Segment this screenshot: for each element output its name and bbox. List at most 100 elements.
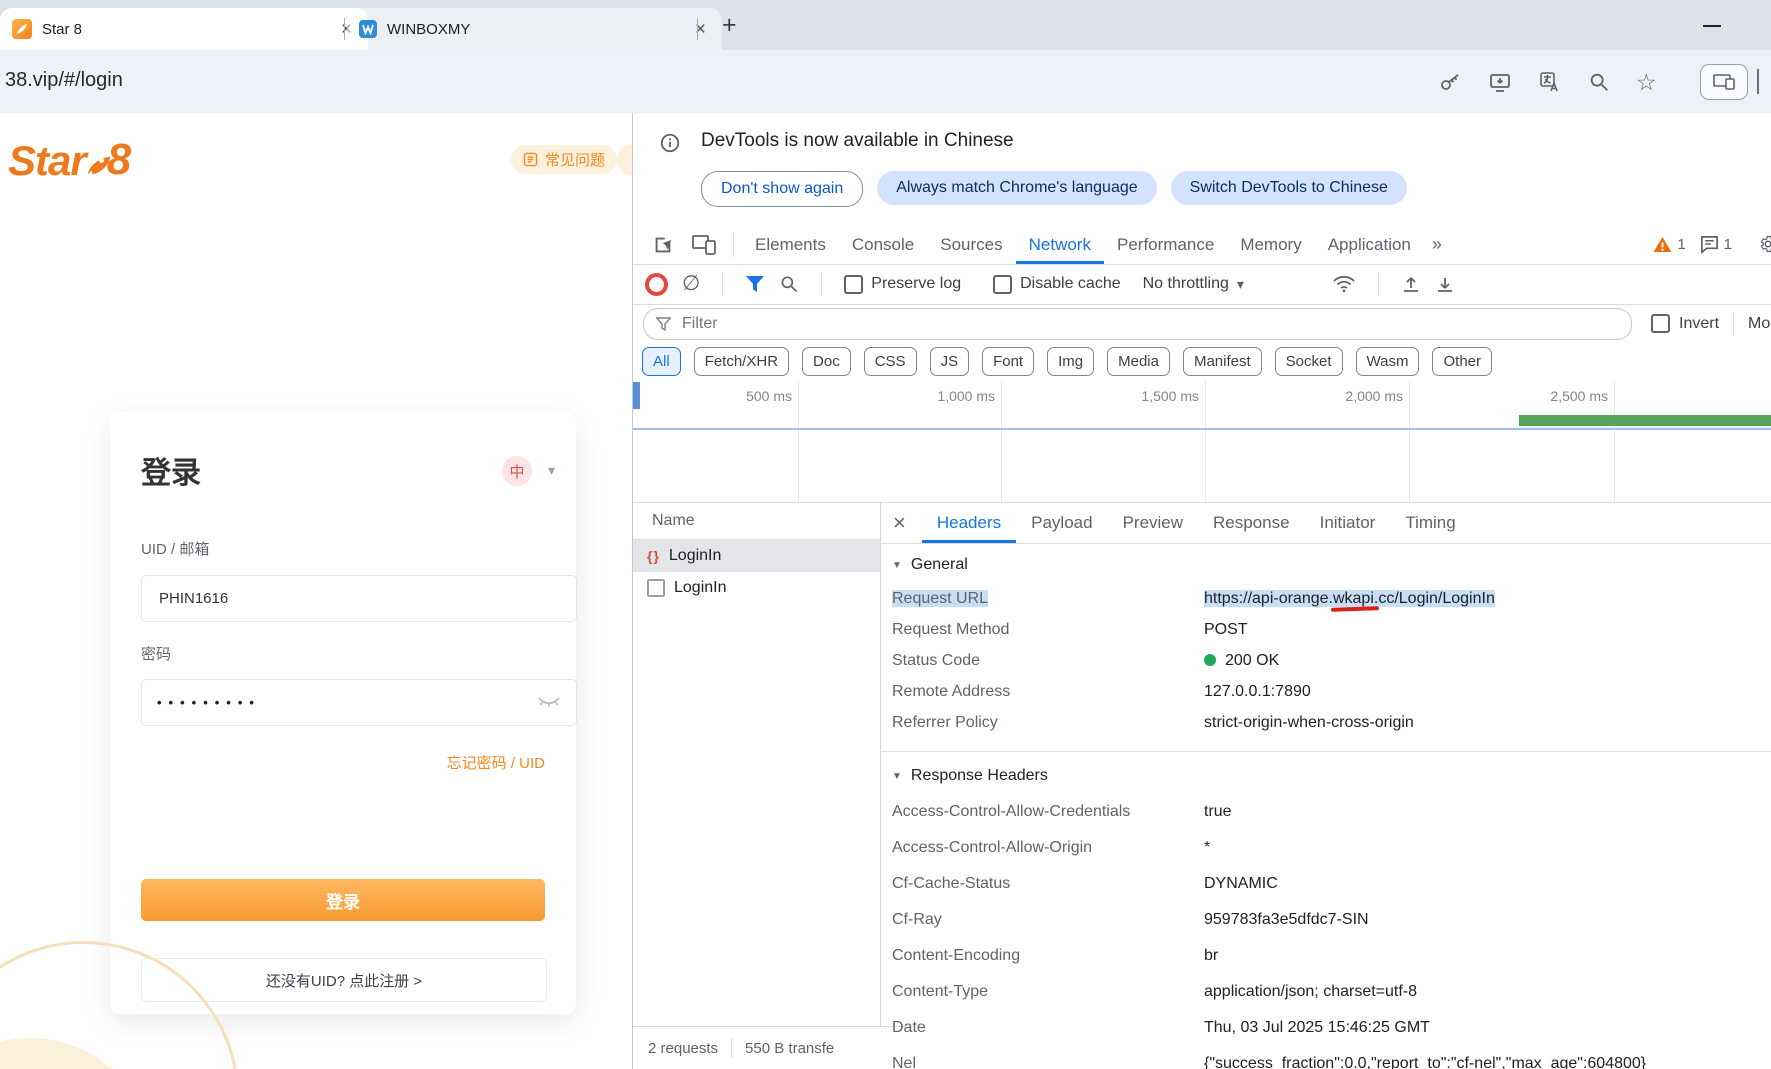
- switch-chinese-button[interactable]: Switch DevTools to Chinese: [1171, 171, 1407, 205]
- tab-console[interactable]: Console: [839, 225, 927, 264]
- requests-count: 2 requests: [648, 1040, 718, 1057]
- header-row: Content-Encoding br: [880, 938, 1771, 974]
- logo-text: Star: [8, 137, 86, 185]
- chip-fetch-xhr[interactable]: Fetch/XHR: [694, 347, 789, 376]
- chip-font[interactable]: Font: [982, 347, 1034, 376]
- tab-preview[interactable]: Preview: [1108, 502, 1198, 543]
- funnel-icon: [656, 317, 671, 331]
- disable-cache-checkbox[interactable]: [993, 275, 1012, 294]
- record-button[interactable]: [645, 273, 668, 296]
- tab-timing[interactable]: Timing: [1390, 502, 1470, 543]
- transferred-size: 550 B transfe: [745, 1040, 834, 1057]
- more-filters-label[interactable]: Mo: [1748, 315, 1770, 333]
- tab-network[interactable]: Network: [1016, 225, 1104, 264]
- chip-img[interactable]: Img: [1047, 347, 1094, 376]
- request-row[interactable]: LoginIn: [633, 572, 880, 604]
- gear-icon[interactable]: [1757, 233, 1771, 255]
- minimize-button[interactable]: [1703, 25, 1721, 27]
- banner-title: DevTools is now available in Chinese: [701, 130, 1014, 152]
- device-cast-button[interactable]: [1700, 64, 1748, 100]
- forgot-password-link[interactable]: 忘记密码 / UID: [141, 752, 545, 773]
- chip-other[interactable]: Other: [1432, 347, 1492, 376]
- search-icon[interactable]: [1588, 71, 1610, 93]
- uid-label: UID / 邮箱: [141, 538, 209, 559]
- filter-toggle-icon[interactable]: [745, 275, 765, 293]
- chip-manifest[interactable]: Manifest: [1183, 347, 1262, 376]
- status-ok-dot: [1204, 654, 1216, 666]
- chevron-down-icon[interactable]: ▾: [548, 462, 555, 479]
- tab-sources[interactable]: Sources: [927, 225, 1015, 264]
- red-underline-annotation: wkapi: [1333, 590, 1374, 607]
- bookmark-star-icon[interactable]: ☆: [1636, 71, 1657, 94]
- uid-input[interactable]: [157, 589, 561, 608]
- chip-media[interactable]: Media: [1107, 347, 1170, 376]
- warnings-badge[interactable]: 1: [1653, 236, 1685, 253]
- network-conditions-icon[interactable]: [1332, 275, 1356, 293]
- response-headers-section-header[interactable]: ▼ Response Headers: [880, 754, 1771, 794]
- export-har-icon[interactable]: [1435, 274, 1455, 294]
- tab-memory[interactable]: Memory: [1227, 225, 1314, 264]
- name-column-header[interactable]: Name: [633, 502, 880, 540]
- login-submit-button[interactable]: 登录: [141, 879, 545, 921]
- eye-closed-icon[interactable]: [537, 696, 561, 710]
- header-row: Remote Address 127.0.0.1:7890: [880, 676, 1771, 707]
- tab-elements[interactable]: Elements: [742, 225, 839, 264]
- chip-all[interactable]: All: [642, 347, 681, 376]
- tab-performance[interactable]: Performance: [1104, 225, 1227, 264]
- invert-checkbox[interactable]: [1651, 314, 1670, 333]
- divider: [722, 272, 723, 296]
- tab-payload[interactable]: Payload: [1016, 502, 1107, 543]
- tick-label: 500 ms: [746, 388, 792, 404]
- tab-winboxmy[interactable]: WINBOXMY ×: [347, 8, 722, 50]
- winboxmy-favicon-icon: [359, 20, 377, 38]
- timeline-activity-bar: [1519, 415, 1771, 426]
- tab-application[interactable]: Application: [1315, 225, 1424, 264]
- chip-socket[interactable]: Socket: [1275, 347, 1343, 376]
- devtools-panel: DevTools is now available in Chinese Don…: [632, 113, 1771, 1069]
- chip-css[interactable]: CSS: [864, 347, 917, 376]
- header-row: Cf-Cache-Status DYNAMIC: [880, 866, 1771, 902]
- translate-icon[interactable]: [1538, 70, 1562, 94]
- waterfall-area[interactable]: [633, 430, 1771, 503]
- more-tabs-icon[interactable]: »: [1424, 234, 1450, 255]
- install-icon[interactable]: [1488, 70, 1512, 94]
- device-toolbar-icon[interactable]: [692, 235, 716, 255]
- throttling-dropdown[interactable]: No throttling ▾: [1143, 275, 1244, 293]
- language-badge[interactable]: 中: [502, 456, 532, 486]
- match-language-button[interactable]: Always match Chrome's language: [877, 171, 1156, 205]
- tab-star8[interactable]: Star 8 ×: [0, 8, 368, 50]
- import-har-icon[interactable]: [1401, 274, 1421, 294]
- chip-doc[interactable]: Doc: [802, 347, 851, 376]
- filter-input[interactable]: [680, 314, 1524, 334]
- timeline-ruler[interactable]: 500 ms 1,000 ms 1,500 ms 2,000 ms 2,500 …: [633, 380, 1771, 413]
- dismiss-button[interactable]: Don't show again: [701, 171, 863, 207]
- request-row[interactable]: {} LoginIn: [633, 540, 880, 572]
- address-bar[interactable]: 38.vip/#/login: [5, 69, 123, 92]
- issues-badge[interactable]: 1: [1700, 235, 1732, 254]
- tab-response[interactable]: Response: [1198, 502, 1305, 543]
- browser-window: Star 8 × WINBOXMY × + 38.vip/#/login: [0, 0, 1771, 1069]
- close-details-icon[interactable]: ×: [893, 512, 906, 534]
- new-tab-button[interactable]: +: [722, 11, 737, 40]
- search-network-icon[interactable]: [779, 274, 799, 294]
- toolbar-edge-divider: [1757, 69, 1759, 94]
- divider: [1733, 312, 1734, 336]
- password-field-wrap[interactable]: •••••••••: [141, 679, 577, 726]
- chip-wasm[interactable]: Wasm: [1356, 347, 1420, 376]
- tick-label: 2,500 ms: [1550, 388, 1608, 404]
- general-section-header[interactable]: ▼ General: [880, 543, 1771, 583]
- site-logo: Star 8: [8, 135, 131, 185]
- chip-js[interactable]: JS: [930, 347, 970, 376]
- filter-box[interactable]: [643, 308, 1632, 340]
- timeline-selection-handle[interactable]: [633, 382, 640, 409]
- tab-headers[interactable]: Headers: [922, 502, 1016, 543]
- clear-icon[interactable]: ∅: [682, 273, 700, 294]
- header-row: Access-Control-Allow-Credentials true: [880, 794, 1771, 830]
- key-icon[interactable]: [1438, 70, 1462, 94]
- faq-button[interactable]: 常见问题: [511, 145, 617, 174]
- password-label: 密码: [141, 643, 171, 664]
- tab-initiator[interactable]: Initiator: [1305, 502, 1391, 543]
- inspect-element-icon[interactable]: [652, 234, 674, 256]
- preserve-log-checkbox[interactable]: [844, 275, 863, 294]
- floating-widget-partial[interactable]: [617, 144, 632, 175]
